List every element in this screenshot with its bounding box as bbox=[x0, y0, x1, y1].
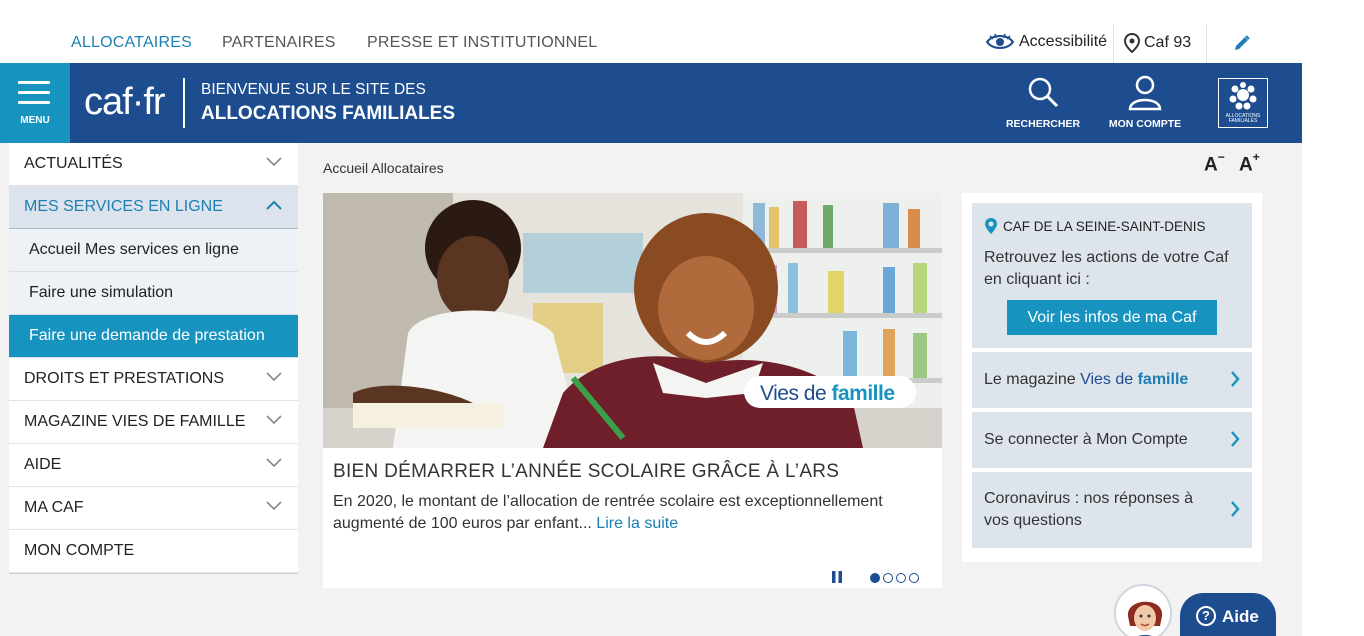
coronavirus-link-label: Coronavirus : nos réponses à vos questio… bbox=[984, 490, 1193, 529]
chevron-right-icon bbox=[1231, 501, 1240, 517]
breadcrumb[interactable]: Accueil Allocataires bbox=[323, 160, 444, 176]
sidebar-menu: ACTUALITÉS MES SERVICES EN LIGNE Accueil… bbox=[9, 143, 298, 578]
sidebar-item-droits-prestations[interactable]: DROITS ET PRESTATIONS bbox=[9, 358, 298, 401]
map-pin-icon bbox=[985, 218, 997, 234]
account-label: MON COMPTE bbox=[1108, 118, 1182, 130]
my-caf-card: CAF DE LA SEINE-SAINT-DENIS Retrouvez le… bbox=[972, 203, 1252, 348]
chevron-down-icon bbox=[266, 372, 282, 382]
classroom-photo bbox=[323, 193, 942, 448]
magazine-link-label: Le magazine Vies de famille bbox=[984, 371, 1189, 388]
sidebar-item-magazine[interactable]: MAGAZINE VIES DE FAMILLE bbox=[9, 401, 298, 444]
sidebar-subitem-accueil-services[interactable]: Accueil Mes services en ligne bbox=[9, 229, 298, 272]
vies-de-famille-badge: Vies de famille bbox=[760, 382, 895, 405]
caf-description: Retrouvez les actions de votre Caf en cl… bbox=[984, 249, 1229, 288]
chevron-down-icon bbox=[266, 415, 282, 425]
sidebar-subitem-simulation[interactable]: Faire une simulation bbox=[9, 272, 298, 315]
assistant-face-icon bbox=[1116, 586, 1170, 636]
sidebar-item-label: Faire une simulation bbox=[29, 284, 174, 301]
sidebar-item-label: MON COMPTE bbox=[24, 542, 135, 559]
font-decrease-button[interactable]: A− bbox=[1204, 150, 1225, 176]
divider bbox=[1206, 24, 1207, 63]
font-increase-button[interactable]: A+ bbox=[1239, 150, 1260, 176]
site-header: MENU caf·fr BIENVENUE SUR LE SITE DES AL… bbox=[0, 63, 1302, 153]
caf-name: CAF DE LA SEINE-SAINT-DENIS bbox=[1003, 218, 1206, 234]
emblem-caption: ALLOCATIONS FAMILIALES bbox=[1225, 113, 1261, 124]
sidebar-item-label: MA CAF bbox=[24, 499, 84, 516]
user-icon bbox=[1128, 75, 1162, 111]
help-button[interactable]: ? Aide bbox=[1180, 593, 1276, 636]
search-label: RECHERCHER bbox=[1005, 118, 1081, 130]
chevron-down-icon bbox=[266, 458, 282, 468]
accessibility-label: Accessibilité bbox=[1019, 33, 1108, 50]
pencil-icon[interactable] bbox=[1233, 34, 1251, 52]
sidebar-item-label: ACTUALITÉS bbox=[24, 155, 123, 172]
tab-partenaires[interactable]: PARTENAIRES bbox=[222, 34, 336, 52]
chevron-down-icon bbox=[266, 157, 282, 167]
news-carousel: Vies de famille BIEN DÉMARRER L’ANNÉE SC… bbox=[323, 193, 942, 588]
sidebar-subitem-demande-prestation[interactable]: Faire une demande de prestation bbox=[9, 315, 298, 358]
chevron-right-icon bbox=[1231, 431, 1240, 447]
chevron-right-icon bbox=[1231, 371, 1240, 387]
tab-allocataires[interactable]: ALLOCATAIRES bbox=[71, 34, 192, 52]
account-button[interactable]: MON COMPTE bbox=[1103, 63, 1187, 143]
assistant-avatar[interactable] bbox=[1114, 584, 1172, 636]
menu-label: MENU bbox=[20, 115, 50, 126]
allocations-familiales-emblem[interactable]: ALLOCATIONS FAMILIALES bbox=[1218, 78, 1268, 128]
caf-heading: CAF DE LA SEINE-SAINT-DENIS bbox=[984, 217, 1206, 235]
carousel-dot[interactable] bbox=[870, 573, 880, 583]
sidebar-item-mes-services[interactable]: MES SERVICES EN LIGNE bbox=[9, 186, 298, 229]
sidebar-item-label: AIDE bbox=[24, 456, 62, 473]
read-more-link[interactable]: Lire la suite bbox=[596, 515, 678, 532]
sidebar-item-aide[interactable]: AIDE bbox=[9, 444, 298, 487]
sidebar-item-label: Faire une demande de prestation bbox=[29, 327, 265, 344]
divider bbox=[1113, 24, 1114, 63]
login-link-label: Se connecter à Mon Compte bbox=[984, 431, 1188, 448]
hamburger-icon bbox=[18, 81, 50, 84]
sidebar-item-mon-compte[interactable]: MON COMPTE bbox=[9, 530, 298, 573]
caf-location-link[interactable]: Caf 93 bbox=[1124, 33, 1191, 53]
sidebar-item-ma-caf[interactable]: MA CAF bbox=[9, 487, 298, 530]
sidebar-item-label: Accueil Mes services en ligne bbox=[29, 241, 239, 258]
welcome-line-1: BIENVENUE SUR LE SITE DES bbox=[201, 81, 426, 98]
carousel-dot[interactable] bbox=[896, 573, 906, 583]
carousel-pagination bbox=[870, 573, 919, 583]
right-panel: CAF DE LA SEINE-SAINT-DENIS Retrouvez le… bbox=[962, 193, 1262, 562]
caf-info-button[interactable]: Voir les infos de ma Caf bbox=[1007, 300, 1217, 335]
caf-location-label: Caf 93 bbox=[1144, 34, 1192, 51]
chevron-down-icon bbox=[266, 501, 282, 511]
question-icon: ? bbox=[1196, 606, 1216, 626]
family-emblem-icon bbox=[1229, 82, 1257, 110]
sidebar-bottom-edge bbox=[9, 573, 298, 578]
sidebar-item-label: DROITS ET PRESTATIONS bbox=[24, 370, 225, 387]
carousel-dot[interactable] bbox=[883, 573, 893, 583]
sidebar-item-label: MES SERVICES EN LIGNE bbox=[24, 198, 223, 215]
eye-icon bbox=[985, 33, 1015, 49]
magazine-link[interactable]: Le magazine Vies de famille bbox=[972, 352, 1252, 408]
top-navigation: ALLOCATAIRES PARTENAIRES PRESSE ET INSTI… bbox=[0, 0, 1302, 63]
logo-divider bbox=[183, 78, 185, 128]
tab-presse-institutionnel[interactable]: PRESSE ET INSTITUTIONNEL bbox=[367, 34, 597, 52]
login-link[interactable]: Se connecter à Mon Compte bbox=[972, 412, 1252, 468]
carousel-text: En 2020, le montant de l’allocation de r… bbox=[333, 493, 883, 532]
search-button[interactable]: RECHERCHER bbox=[1003, 63, 1083, 143]
sidebar-item-actualites[interactable]: ACTUALITÉS bbox=[9, 143, 298, 186]
coronavirus-link[interactable]: Coronavirus : nos réponses à vos questio… bbox=[972, 472, 1252, 548]
pause-icon[interactable] bbox=[831, 571, 843, 583]
carousel-dot[interactable] bbox=[909, 573, 919, 583]
caf-logo[interactable]: caf·fr bbox=[84, 81, 166, 124]
map-pin-icon bbox=[1124, 33, 1140, 53]
sidebar-item-label: MAGAZINE VIES DE FAMILLE bbox=[24, 413, 246, 430]
help-label: Aide bbox=[1222, 607, 1259, 626]
carousel-title[interactable]: BIEN DÉMARRER L’ANNÉE SCOLAIRE GRÂCE À L… bbox=[333, 461, 839, 483]
welcome-line-2: ALLOCATIONS FAMILIALES bbox=[201, 103, 456, 124]
chevron-up-icon bbox=[266, 200, 282, 210]
search-icon bbox=[1028, 77, 1059, 108]
menu-button[interactable]: MENU bbox=[0, 63, 70, 153]
carousel-photo[interactable]: Vies de famille bbox=[323, 193, 942, 448]
accessibility-link[interactable]: Accessibilité bbox=[985, 33, 1107, 51]
